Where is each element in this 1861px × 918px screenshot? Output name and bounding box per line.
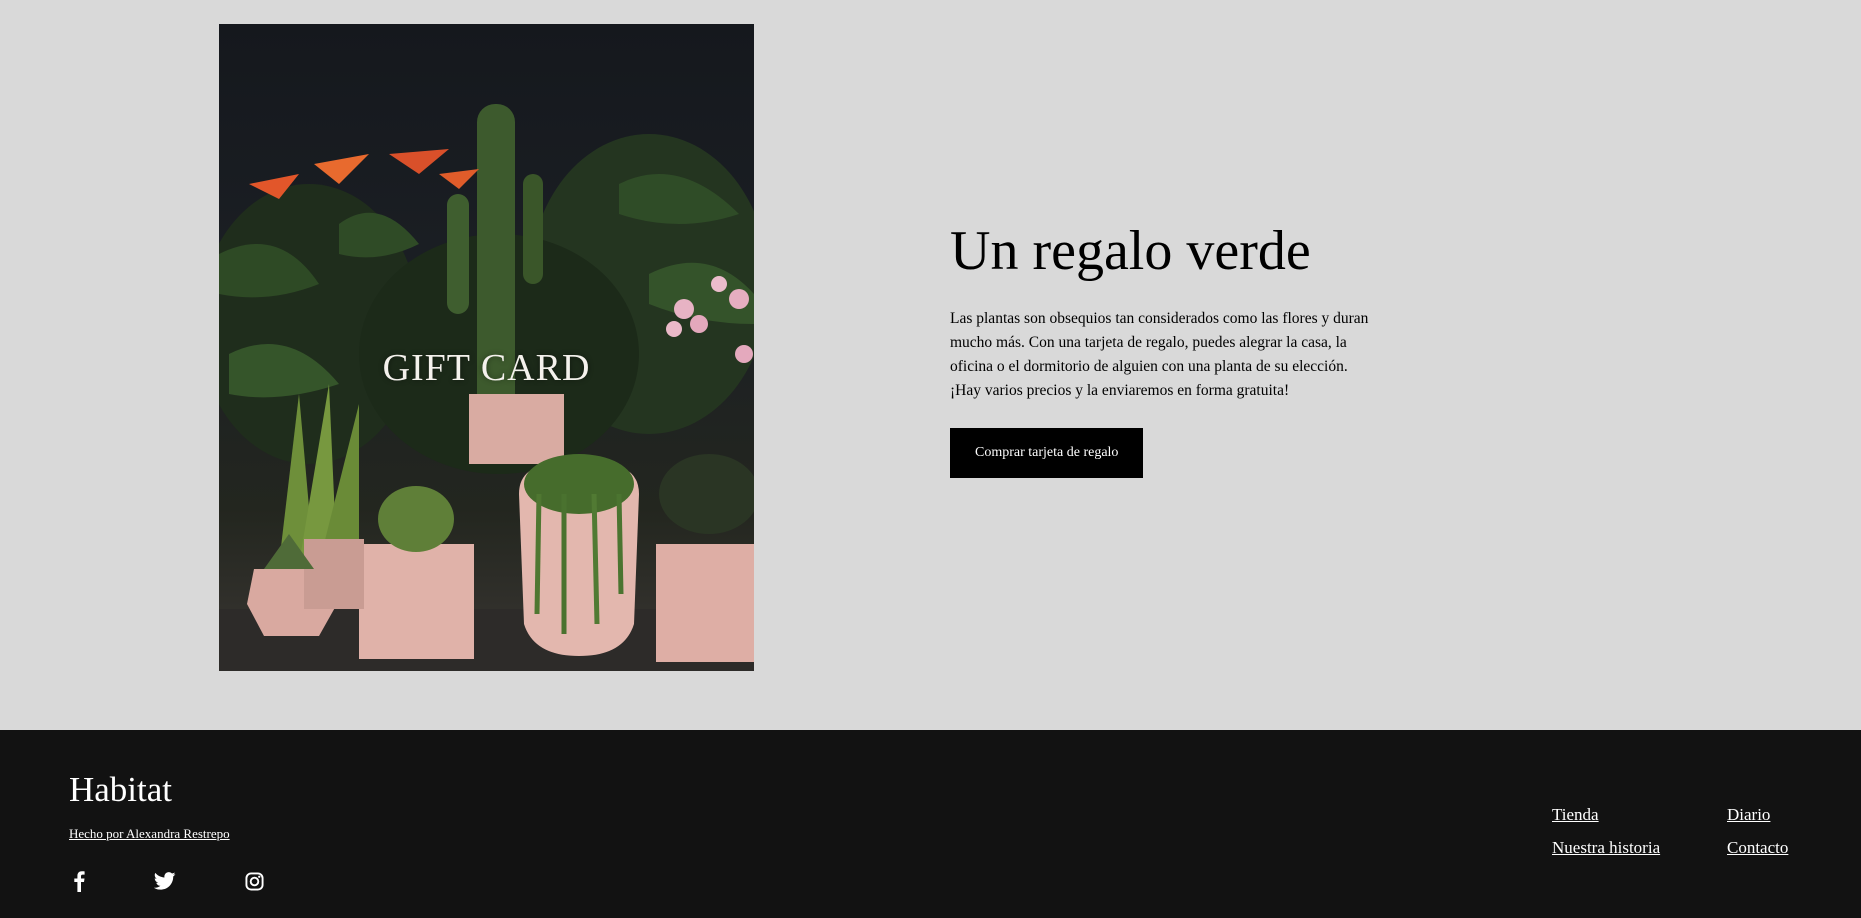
facebook-icon[interactable] (68, 870, 90, 892)
footer-navigation: Tienda Nuestra historia Diario Contacto (1552, 805, 1812, 875)
twitter-icon[interactable] (153, 870, 177, 892)
section-description: Las plantas son obsequios tan considerad… (950, 310, 1369, 399)
promo-block: Un regalo verde Las plantas son obsequio… (950, 215, 1370, 478)
page: GIFT CARD Un regalo verde Las plantas so… (0, 0, 1861, 918)
section-title: Un regalo verde (950, 220, 1311, 282)
instagram-icon[interactable] (243, 870, 265, 892)
gift-card-image: GIFT CARD (219, 24, 754, 671)
site-footer: Habitat Hecho por Alexandra Restrepo Tie… (0, 730, 1861, 918)
footer-brand[interactable]: Habitat (69, 770, 172, 810)
footer-link-nuestra-historia[interactable]: Nuestra historia (1552, 838, 1660, 858)
buy-gift-card-button[interactable]: Comprar tarjeta de regalo (950, 428, 1144, 478)
footer-link-diario[interactable]: Diario (1727, 805, 1770, 825)
footer-link-tienda[interactable]: Tienda (1552, 805, 1599, 825)
author-credit-link[interactable]: Hecho por Alexandra Restrepo (69, 826, 230, 842)
footer-link-contacto[interactable]: Contacto (1727, 838, 1788, 858)
gift-card-label: GIFT CARD (382, 347, 591, 389)
gift-card-section: GIFT CARD Un regalo verde Las plantas so… (0, 0, 1861, 730)
